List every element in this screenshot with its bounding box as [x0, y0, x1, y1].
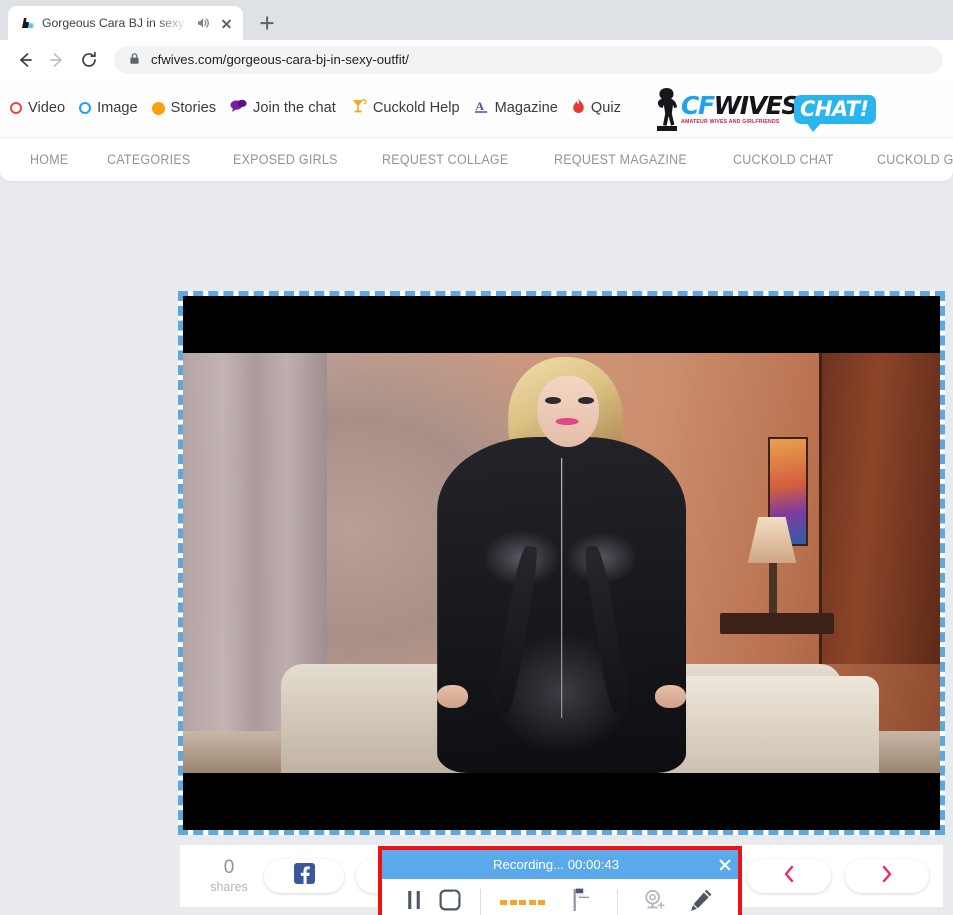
category-label: Video: [28, 100, 66, 116]
nav-item-request-magazine[interactable]: REQUEST MAGAZINE: [554, 152, 687, 167]
logo-chat-bubble: CHAT!: [793, 94, 876, 132]
video-frame: [183, 353, 940, 773]
close-icon[interactable]: [712, 850, 738, 879]
logo-wives-text: WIVES: [713, 91, 800, 120]
ring-icon: [79, 102, 92, 114]
url-text: cfwives.com/gorgeous-cara-bj-in-sexy-out…: [151, 52, 409, 67]
control-separator: [616, 889, 618, 915]
previous-post-button[interactable]: [747, 859, 831, 893]
browser-tab[interactable]: CF Gorgeous Cara BJ in sexy out: [8, 6, 243, 40]
address-bar[interactable]: cfwives.com/gorgeous-cara-bj-in-sexy-out…: [114, 45, 943, 74]
nav-item-request-collage[interactable]: REQUEST COLLAGE: [382, 152, 508, 167]
category-link-join-the-chat[interactable]: Join the chat: [230, 99, 336, 118]
ring-icon: [10, 102, 22, 114]
site-logo[interactable]: CFWIVES AMATEUR WIVES AND GIRLFRIENDS CH…: [650, 85, 876, 133]
screen-recorder-toolbar: Recording... 00:00:43: [378, 846, 742, 915]
subject-zipper: [560, 458, 563, 719]
nav-item-cuckold-game[interactable]: CUCKOLD GAME: [877, 152, 953, 167]
subject-arm-left: [493, 543, 540, 714]
category-label: Join the chat: [253, 100, 336, 116]
post-navigation: [747, 859, 929, 893]
subject-face: [536, 376, 599, 448]
tab-title: Gorgeous Cara BJ in sexy out: [42, 16, 188, 30]
flag-icon: [565, 886, 595, 915]
webcam-button[interactable]: [629, 879, 679, 915]
category-link-quiz[interactable]: Quiz: [572, 98, 621, 119]
stop-icon: [438, 888, 462, 915]
site-security-lock-icon: [128, 52, 141, 68]
pencil-icon: [688, 887, 714, 915]
annotate-button[interactable]: [679, 879, 724, 915]
subject-arm-right: [583, 543, 630, 714]
category-label: Cuckold Help: [372, 100, 460, 116]
chevron-right-icon: [880, 865, 894, 888]
audio-level-meter: [492, 879, 555, 915]
scene-sofa-right: [652, 676, 880, 773]
logo-cf-text: CF: [681, 91, 715, 120]
svg-text:CF: CF: [29, 23, 35, 28]
category-link-video[interactable]: Video: [10, 100, 65, 116]
flame-icon: [572, 98, 585, 119]
facebook-icon: [293, 863, 315, 889]
audio-level-bars: [500, 899, 546, 905]
pause-icon: [405, 888, 423, 915]
control-separator: [479, 889, 481, 915]
category-label: Image: [97, 100, 138, 116]
category-link-cuckold-help[interactable]: Cuckold Help: [350, 98, 460, 118]
tab-audio-playing-icon[interactable]: [195, 15, 211, 31]
pause-button[interactable]: [396, 879, 431, 915]
category-label: Quiz: [590, 100, 621, 116]
category-link-magazine[interactable]: A Magazine: [474, 98, 558, 118]
recorder-controls: [382, 879, 738, 915]
nav-item-categories[interactable]: CATEGORIES: [107, 152, 191, 167]
video-player[interactable]: [183, 296, 940, 830]
recorder-status-bar: Recording... 00:00:43: [382, 850, 738, 879]
chevron-left-icon: [782, 865, 796, 888]
flag-marker-button[interactable]: [554, 879, 606, 915]
logo-tagline: AMATEUR WIVES AND GIRLFRIENDS: [681, 119, 780, 125]
nav-item-cuckold-chat[interactable]: CUCKOLD CHAT: [733, 152, 834, 167]
category-link-image[interactable]: Image: [79, 100, 138, 116]
category-label: Stories: [170, 100, 217, 116]
share-count-label: shares: [210, 880, 248, 894]
webcam-add-icon: [641, 887, 667, 915]
nav-item-home[interactable]: HOME: [30, 152, 68, 167]
site-header: Video Image Stories Join the chat Cuckol…: [0, 79, 953, 137]
share-count: 0 shares: [194, 858, 264, 894]
filled-dot-icon: [151, 101, 165, 115]
woman-silhouette-icon: [650, 86, 684, 132]
stop-button[interactable]: [431, 879, 468, 915]
tab-close-icon[interactable]: [218, 15, 235, 32]
back-button[interactable]: [10, 45, 40, 75]
share-count-number: 0: [223, 857, 235, 878]
category-label: Magazine: [494, 100, 558, 116]
reload-button[interactable]: [74, 45, 104, 75]
subject-hand-right: [654, 684, 687, 709]
category-link-stories[interactable]: Stories: [151, 100, 217, 116]
scene-door: [818, 353, 940, 664]
site-favicon: CF: [19, 15, 35, 31]
next-post-button[interactable]: [845, 859, 929, 893]
recording-status-text: Recording... 00:00:43: [492, 857, 620, 872]
forward-button[interactable]: [42, 45, 72, 75]
main-navigation: HOME CATEGORIES EXPOSED GIRLS REQUEST CO…: [0, 137, 953, 181]
facebook-share-button[interactable]: [264, 859, 344, 893]
magazine-a-icon: A: [474, 98, 489, 118]
browser-toolbar: cfwives.com/gorgeous-cara-bj-in-sexy-out…: [0, 40, 953, 79]
nav-item-exposed-girls[interactable]: EXPOSED GIRLS: [233, 152, 338, 167]
screen-capture-selection-region[interactable]: [178, 291, 945, 835]
scene-lamp-stem: [768, 563, 777, 618]
trophy-icon: [350, 98, 367, 118]
page-viewport: Video Image Stories Join the chat Cuckol…: [0, 79, 953, 915]
subject-lips: [555, 418, 579, 426]
subject-hand-left: [436, 684, 469, 709]
svg-text:A: A: [475, 99, 484, 113]
browser-chrome: CF Gorgeous Cara BJ in sexy out: [0, 0, 953, 79]
scene-side-table: [720, 613, 835, 635]
new-tab-button[interactable]: [253, 9, 281, 37]
chat-bubbles-icon: [230, 99, 247, 118]
tab-strip: CF Gorgeous Cara BJ in sexy out: [0, 0, 953, 40]
